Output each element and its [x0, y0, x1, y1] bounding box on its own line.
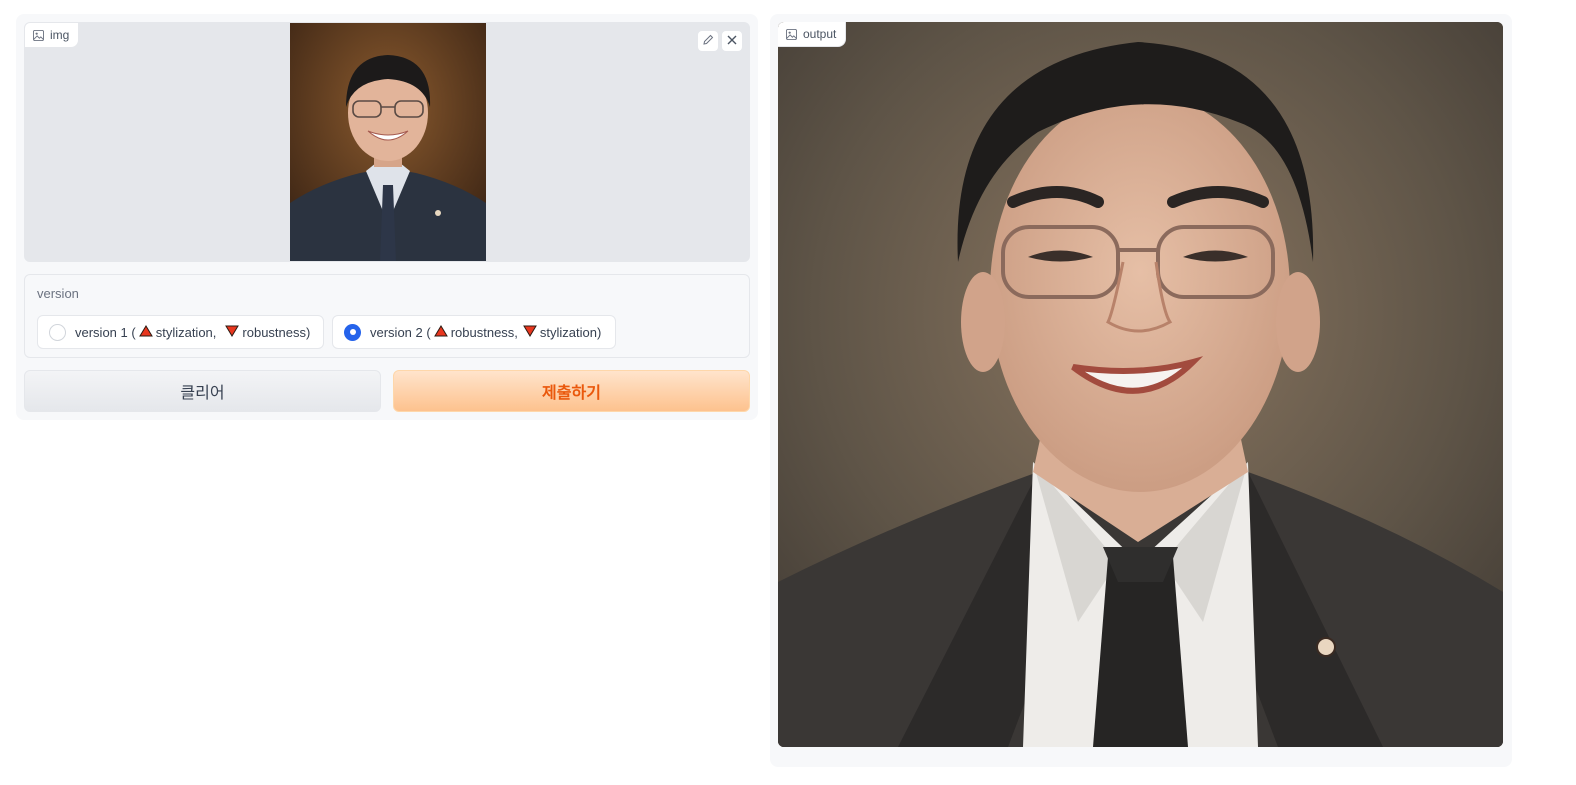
- input-image-label-text: img: [50, 28, 70, 42]
- red-triangle-up-icon: [433, 324, 448, 340]
- red-triangle-up-icon: [138, 324, 153, 340]
- version-1-text: version 1 ( stylization, robustness): [75, 325, 310, 340]
- version-1-down-text: robustness): [242, 324, 311, 340]
- output-image-label: output: [778, 22, 847, 47]
- close-icon: [726, 34, 738, 48]
- version-label: version: [37, 286, 79, 301]
- version-2-up-text: robustness,: [450, 324, 518, 340]
- version-2-down-text: stylization): [539, 324, 602, 340]
- output-portrait: [778, 22, 1503, 747]
- version-2-radio[interactable]: [344, 323, 361, 341]
- input-panel: img version version 1 (stylization, rob…: [16, 14, 758, 420]
- version-1-radio[interactable]: [49, 323, 66, 341]
- version-2-option[interactable]: version 2 ( robustness, stylization): [332, 315, 616, 349]
- input-photo: [290, 23, 486, 261]
- clear-image-button[interactable]: [721, 30, 743, 52]
- image-icon: [786, 28, 797, 40]
- output-image-label-text: output: [803, 27, 837, 41]
- input-image-dropzone[interactable]: img: [24, 22, 750, 262]
- version-radio-group: version version 1 ( stylization, robustn…: [24, 274, 750, 358]
- output-panel: output: [770, 14, 1512, 767]
- version-2-text: version 2 ( robustness, stylization): [370, 325, 601, 340]
- version-1-option[interactable]: version 1 ( stylization, robustness): [37, 315, 324, 349]
- version-1-prefix: version 1 (: [75, 324, 136, 340]
- red-triangle-down-icon: [523, 325, 537, 340]
- edit-image-button[interactable]: [697, 30, 719, 52]
- output-image: output: [778, 22, 1503, 747]
- version-2-prefix: version 2 (: [370, 324, 431, 340]
- input-image-label: img: [25, 23, 80, 48]
- version-1-up-text: stylization,: [155, 324, 217, 340]
- pencil-icon: [702, 34, 714, 48]
- red-triangle-down-icon: [225, 325, 240, 340]
- image-icon: [33, 29, 44, 41]
- submit-button[interactable]: 제출하기: [393, 370, 750, 412]
- clear-button[interactable]: 클리어: [24, 370, 381, 412]
